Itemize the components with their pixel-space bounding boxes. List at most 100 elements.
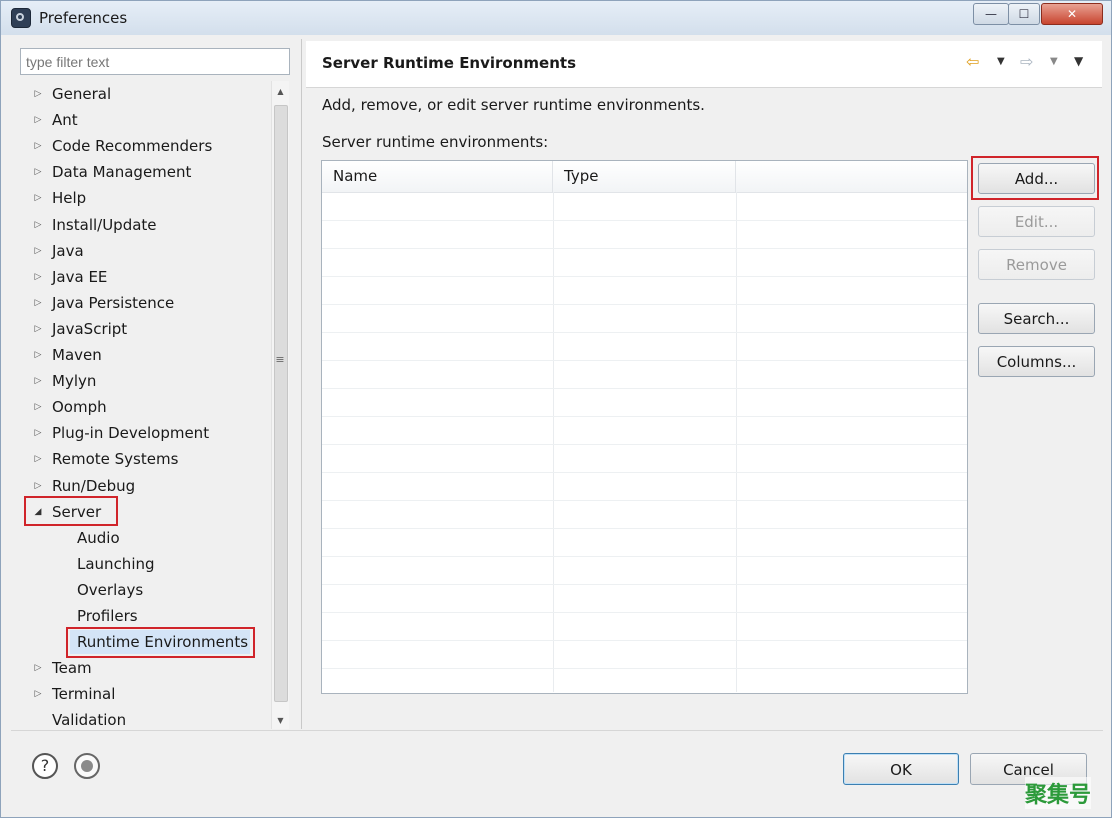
watermark-logo: 聚集号 [1025, 777, 1092, 809]
forward-arrow-icon[interactable]: ⇨ [1020, 52, 1033, 71]
table-row-separator [322, 556, 967, 557]
collapsed-arrow-icon[interactable]: ▷ [32, 239, 44, 263]
collapsed-arrow-icon[interactable]: ▷ [32, 343, 44, 367]
tree-item[interactable]: ▷ Terminal [20, 682, 270, 706]
tree-item[interactable]: ▷ JavaScript [20, 317, 270, 341]
annotation-highlight-box [24, 496, 118, 526]
collapsed-arrow-icon[interactable]: ▷ [32, 82, 44, 106]
collapsed-arrow-icon[interactable]: ▷ [32, 160, 44, 184]
tree-scrollbar[interactable]: ▲ ≡ ▼ [271, 81, 289, 729]
tree-item-label: Remote Systems [52, 450, 179, 468]
close-button[interactable]: ✕ [1041, 3, 1103, 25]
tree-item[interactable]: ▷ Plug-in Development [20, 421, 270, 445]
pane-divider[interactable] [301, 39, 302, 729]
column-header-filler [736, 161, 967, 192]
collapsed-arrow-icon[interactable]: ▷ [32, 447, 44, 471]
tree-item[interactable]: Overlays [20, 578, 270, 602]
runtime-list-label: Server runtime environments: [322, 133, 549, 151]
tree-item[interactable]: ▷ Maven [20, 343, 270, 367]
page-title: Server Runtime Environments [322, 54, 576, 72]
tree-item[interactable]: ◢ Server [20, 496, 270, 526]
tree-item[interactable]: ▷ Ant [20, 108, 270, 132]
tree-item-label: Mylyn [52, 372, 97, 390]
tree-item-label: Run/Debug [52, 477, 136, 495]
table-row-separator [322, 248, 967, 249]
tree-item-label: Terminal [52, 685, 116, 703]
view-menu-icon[interactable]: ▼ [1074, 54, 1083, 68]
table-row-separator [322, 416, 967, 417]
remove-button[interactable]: Remove [978, 249, 1095, 280]
tree-item-label: Team [52, 659, 92, 677]
ok-button[interactable]: OK [843, 753, 959, 785]
collapsed-arrow-icon[interactable]: ▷ [32, 369, 44, 393]
tree-item[interactable]: ▷ Data Management [20, 160, 270, 184]
tree-item[interactable]: Runtime Environments [20, 627, 270, 658]
tree-item[interactable]: Validation [20, 708, 270, 732]
collapsed-arrow-icon[interactable]: ▷ [32, 108, 44, 132]
column-header-type[interactable]: Type [553, 161, 736, 192]
tree-item[interactable]: ▷ Java Persistence [20, 291, 270, 315]
column-divider [553, 192, 554, 692]
collapsed-arrow-icon[interactable]: ▷ [32, 682, 44, 706]
tree-item-label: Code Recommenders [52, 137, 213, 155]
help-icon[interactable]: ? [32, 753, 58, 779]
back-menu-chevron-icon[interactable]: ▼ [997, 56, 1005, 67]
maximize-button[interactable]: ☐ [1008, 3, 1040, 25]
collapsed-arrow-icon[interactable]: ▷ [32, 656, 44, 680]
table-row-separator [322, 388, 967, 389]
add-button[interactable]: Add... [978, 163, 1095, 194]
tree-item[interactable]: ▷ Remote Systems [20, 447, 270, 471]
edit-button[interactable]: Edit... [978, 206, 1095, 237]
annotation-highlight-box [66, 627, 255, 658]
columns-button[interactable]: Columns... [978, 346, 1095, 377]
tree-item[interactable]: ▷ Team [20, 656, 270, 680]
footer-separator [11, 730, 1103, 731]
tree-item[interactable]: ▷ General [20, 82, 270, 106]
tree-item-label: Plug-in Development [52, 424, 210, 442]
tree-item-label: Oomph [52, 398, 107, 416]
tree-item[interactable]: Launching [20, 552, 270, 576]
eclipse-app-icon [11, 8, 31, 28]
tree-item-label: Overlays [77, 581, 144, 599]
scroll-up-icon[interactable]: ▲ [272, 87, 289, 96]
back-arrow-icon[interactable]: ⇦ [966, 52, 979, 71]
runtime-environments-table[interactable]: Name Type [321, 160, 968, 694]
tree-item-label: Maven [52, 346, 102, 364]
collapsed-arrow-icon[interactable]: ▷ [32, 317, 44, 341]
preference-tree: ▷ General ▷ Ant ▷ Code Recommenders ▷ Data Mana… [20, 81, 270, 731]
preferences-window: Preferences — ☐ ✕ ▷ General ▷ Ant ▷ Code Reco… [0, 0, 1112, 818]
scrollbar-grip-icon: ≡ [275, 353, 285, 366]
forward-menu-chevron-icon[interactable]: ▼ [1050, 56, 1058, 67]
collapsed-arrow-icon[interactable]: ▷ [32, 134, 44, 158]
collapsed-arrow-icon[interactable]: ▷ [32, 421, 44, 445]
scrollbar-thumb[interactable] [274, 105, 288, 702]
filter-input[interactable] [20, 48, 290, 75]
minimize-button[interactable]: — [973, 3, 1009, 25]
title-bar[interactable]: Preferences — ☐ ✕ [1, 1, 1111, 35]
collapsed-arrow-icon[interactable]: ▷ [32, 291, 44, 315]
tree-item[interactable]: ▷ Help [20, 186, 270, 210]
search-button[interactable]: Search... [978, 303, 1095, 334]
column-header-name[interactable]: Name [322, 161, 553, 192]
collapsed-arrow-icon[interactable]: ▷ [32, 474, 44, 498]
tree-item[interactable]: ▷ Run/Debug [20, 474, 270, 498]
collapsed-arrow-icon[interactable]: ▷ [32, 213, 44, 237]
table-row-separator [322, 640, 967, 641]
table-header: Name Type [322, 161, 967, 193]
tree-item[interactable]: ▷ Mylyn [20, 369, 270, 393]
import-export-icon[interactable] [74, 753, 100, 779]
tree-item[interactable]: ▷ Code Recommenders [20, 134, 270, 158]
collapsed-arrow-icon[interactable]: ▷ [32, 186, 44, 210]
tree-item[interactable]: ▷ Java EE [20, 265, 270, 289]
tree-item-label: Profilers [77, 607, 138, 625]
tree-item[interactable]: ▷ Install/Update [20, 213, 270, 237]
tree-item[interactable]: Audio [20, 526, 270, 550]
collapsed-arrow-icon[interactable]: ▷ [32, 395, 44, 419]
tree-item-label: Data Management [52, 163, 192, 181]
tree-item[interactable]: Profilers [20, 604, 270, 628]
collapsed-arrow-icon[interactable]: ▷ [32, 265, 44, 289]
tree-item[interactable]: ▷ Java [20, 239, 270, 263]
tree-item-label: Ant [52, 111, 78, 129]
scroll-down-icon[interactable]: ▼ [272, 716, 289, 725]
tree-item[interactable]: ▷ Oomph [20, 395, 270, 419]
